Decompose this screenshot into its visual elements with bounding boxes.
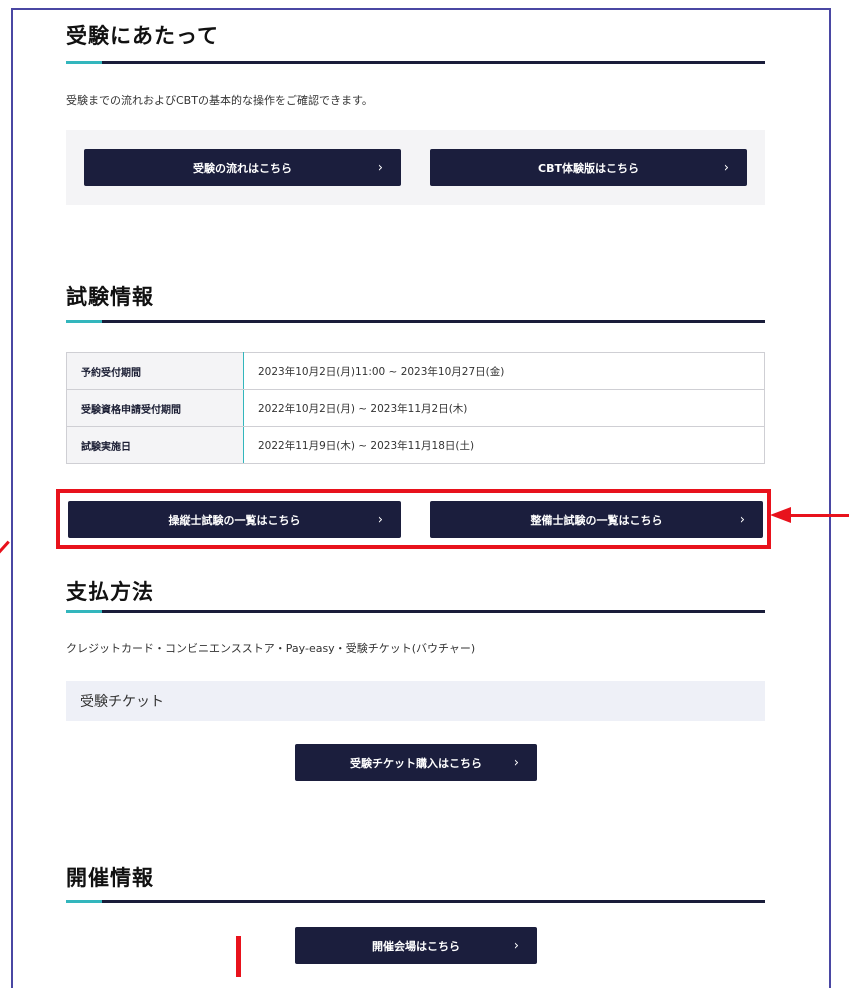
cbt-trial-button-label: CBT体験版はこちら (538, 161, 639, 175)
chevron-right-icon: › (513, 755, 519, 770)
cbt-trial-button[interactable]: CBT体験版はこちら › (430, 149, 747, 186)
table-row-label: 予約受付期間 (66, 352, 244, 390)
ticket-purchase-button-label: 受験チケット購入はこちら (350, 756, 482, 770)
chevron-right-icon: › (377, 160, 383, 175)
section-heading-payment: 支払方法 (66, 580, 154, 604)
chevron-right-icon: › (723, 160, 729, 175)
ticket-section-bar: 受験チケット (66, 681, 765, 721)
annotation-stroke (236, 936, 241, 977)
exam-prep-description: 受験までの流れおよびCBTの基本的な操作をご確認できます。 (66, 94, 373, 107)
exam-flow-button-label: 受験の流れはこちら (193, 161, 292, 175)
venue-button[interactable]: 開催会場はこちら › (295, 927, 537, 964)
annotation-arrow (790, 514, 849, 517)
section-divider (66, 61, 765, 64)
payment-description: クレジットカード・コンビニエンスストア・Pay-easy・受験チケット(バウチャ… (66, 642, 476, 655)
table-row: 試験実施日 2022年11月9日(木) ~ 2023年11月18日(土) (66, 426, 765, 464)
table-row-value: 2023年10月2日(月)11:00 ~ 2023年10月27日(金) (243, 352, 765, 390)
section-heading-exam-prep: 受験にあたって (66, 24, 219, 48)
exam-prep-button-panel: 受験の流れはこちら › CBT体験版はこちら › (66, 130, 765, 205)
venue-button-label: 開催会場はこちら (372, 939, 460, 953)
table-row-label: 受験資格申請受付期間 (66, 389, 244, 427)
annotation-arrow-head (770, 507, 791, 523)
table-row: 予約受付期間 2023年10月2日(月)11:00 ~ 2023年10月27日(… (66, 352, 765, 390)
annotation-highlight-box (56, 489, 771, 549)
table-row: 受験資格申請受付期間 2022年10月2日(月) ~ 2023年11月2日(木) (66, 389, 765, 427)
ticket-title: 受験チケット (80, 694, 164, 710)
section-divider (66, 610, 765, 613)
section-heading-venue: 開催情報 (66, 866, 154, 890)
exam-info-table: 予約受付期間 2023年10月2日(月)11:00 ~ 2023年10月27日(… (66, 352, 765, 464)
exam-flow-button[interactable]: 受験の流れはこちら › (84, 149, 401, 186)
table-row-label: 試験実施日 (66, 426, 244, 464)
table-row-value: 2022年10月2日(月) ~ 2023年11月2日(木) (243, 389, 765, 427)
section-heading-exam-info: 試験情報 (66, 285, 154, 309)
ticket-purchase-button[interactable]: 受験チケット購入はこちら › (295, 744, 537, 781)
chevron-right-icon: › (513, 938, 519, 953)
section-divider (66, 900, 765, 903)
annotation-stroke (0, 540, 10, 555)
section-divider (66, 320, 765, 323)
table-row-value: 2022年11月9日(木) ~ 2023年11月18日(土) (243, 426, 765, 464)
